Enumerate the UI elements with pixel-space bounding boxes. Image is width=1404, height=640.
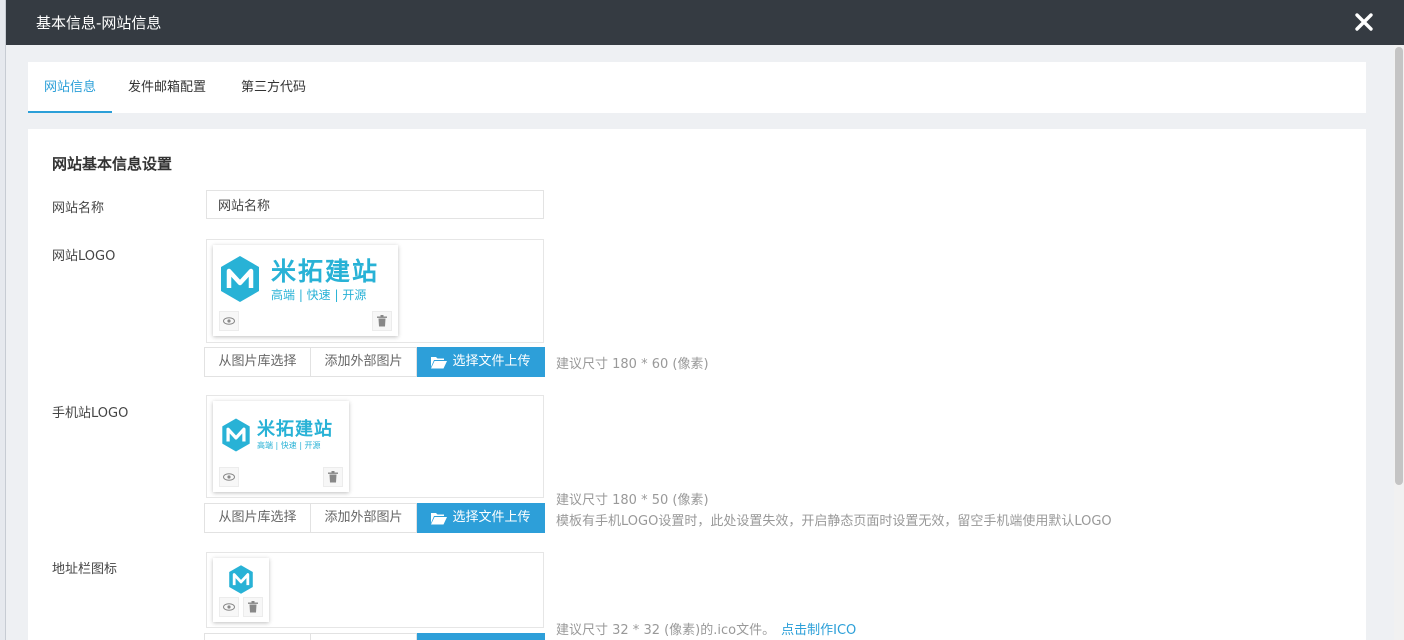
- trash-icon: [248, 601, 258, 613]
- favicon-actions: [204, 633, 545, 640]
- favicon-preview-button[interactable]: [219, 597, 239, 617]
- dialog-title: 基本信息-网站信息: [36, 14, 162, 32]
- trash-icon: [377, 315, 387, 327]
- site-logo-hint: 建议尺寸 180 * 60 (像素): [556, 357, 709, 372]
- mobile-logo-notice: 模板有手机LOGO设置时，此处设置失效，开启静态页面时设置无效，留空手机端使用默…: [556, 514, 1112, 529]
- site-logo-actions: 从图片库选择 添加外部图片 选择文件上传: [204, 347, 545, 377]
- favicon-library-button[interactable]: [204, 633, 311, 640]
- favicon-delete-button[interactable]: [243, 597, 263, 617]
- favicon-thumbnail: [213, 558, 269, 622]
- site-logo-upload-button[interactable]: 选择文件上传: [417, 347, 545, 377]
- mobile-logo-upload-label: 选择文件上传: [452, 510, 531, 525]
- site-name-label: 网站名称: [52, 201, 105, 216]
- mobile-logo-preview-button[interactable]: [219, 467, 239, 487]
- favicon-hint-text: 建议尺寸 32 * 32 (像素)的.ico文件。: [556, 623, 776, 638]
- mobile-logo-label: 手机站LOGO: [52, 406, 129, 421]
- dialog-titlebar: 基本信息-网站信息: [6, 0, 1404, 45]
- site-logo-preview: 米拓建站 高端 | 快速 | 开源: [206, 239, 544, 343]
- mobile-logo-library-button[interactable]: 从图片库选择: [204, 503, 311, 533]
- site-logo-thumbnail: 米拓建站 高端 | 快速 | 开源: [213, 245, 398, 336]
- settings-form-panel: 网站基本信息设置 网站名称 网站LOGO 米拓建站 高端 | 快速 | 开源: [28, 129, 1366, 640]
- site-logo-upload-label: 选择文件上传: [452, 354, 531, 369]
- favicon-upload-button[interactable]: [417, 633, 545, 640]
- tab-site-info[interactable]: 网站信息: [28, 62, 113, 113]
- mobile-logo-delete-button[interactable]: [323, 467, 343, 487]
- section-title: 网站基本信息设置: [52, 155, 173, 173]
- eye-icon: [223, 473, 235, 481]
- close-button[interactable]: [1352, 10, 1376, 34]
- mobile-logo-external-button[interactable]: 添加外部图片: [311, 503, 417, 533]
- brand-name-small: 米拓建站: [257, 419, 333, 440]
- brand-logo-small: 米拓建站 高端 | 快速 | 开源: [220, 417, 333, 453]
- brand-logo-icon: [221, 256, 259, 302]
- favicon-label: 地址栏图标: [52, 562, 118, 577]
- mobile-logo-actions: 从图片库选择 添加外部图片 选择文件上传: [204, 503, 545, 533]
- site-logo-external-button[interactable]: 添加外部图片: [311, 347, 417, 377]
- brand-name: 米拓建站: [271, 256, 380, 286]
- site-name-input[interactable]: [206, 190, 544, 219]
- favicon-image-icon: [229, 565, 253, 594]
- trash-icon: [328, 471, 338, 483]
- vertical-scrollbar[interactable]: [1394, 45, 1404, 640]
- brand-tagline-small: 高端 | 快速 | 开源: [257, 441, 321, 450]
- tab-third-party-code[interactable]: 第三方代码: [241, 62, 306, 113]
- eye-icon: [223, 603, 235, 611]
- site-logo-delete-button[interactable]: [372, 311, 392, 331]
- make-ico-link[interactable]: 点击制作ICO: [781, 623, 856, 638]
- close-icon: [1355, 13, 1373, 31]
- brand-logo-small-icon: [222, 418, 250, 452]
- brand-tagline: 高端 | 快速 | 开源: [271, 287, 367, 302]
- favicon-preview: [206, 552, 544, 628]
- tab-bar: 网站信息 发件邮箱配置 第三方代码: [28, 62, 1366, 113]
- site-info-dialog: 基本信息-网站信息 网站信息 发件邮箱配置 第三方代码 网站基本信息设置 网站名…: [6, 0, 1404, 640]
- mobile-logo-preview: 米拓建站 高端 | 快速 | 开源: [206, 395, 544, 498]
- site-logo-preview-button[interactable]: [219, 311, 239, 331]
- mobile-logo-upload-button[interactable]: 选择文件上传: [417, 503, 545, 533]
- tab-mail-config[interactable]: 发件邮箱配置: [128, 62, 206, 113]
- eye-icon: [223, 317, 235, 325]
- scrollbar-thumb[interactable]: [1395, 47, 1403, 485]
- brand-logo: 米拓建站 高端 | 快速 | 开源: [218, 254, 379, 304]
- mobile-logo-size-hint: 建议尺寸 180 * 50 (像素): [556, 493, 709, 508]
- site-logo-label: 网站LOGO: [52, 249, 116, 264]
- mobile-logo-thumbnail: 米拓建站 高端 | 快速 | 开源: [213, 401, 349, 492]
- site-logo-library-button[interactable]: 从图片库选择: [204, 347, 311, 377]
- favicon-hint: 建议尺寸 32 * 32 (像素)的.ico文件。 点击制作ICO: [556, 619, 856, 638]
- folder-open-icon: [431, 512, 448, 524]
- favicon-external-button[interactable]: [311, 633, 417, 640]
- folder-open-icon: [431, 356, 448, 368]
